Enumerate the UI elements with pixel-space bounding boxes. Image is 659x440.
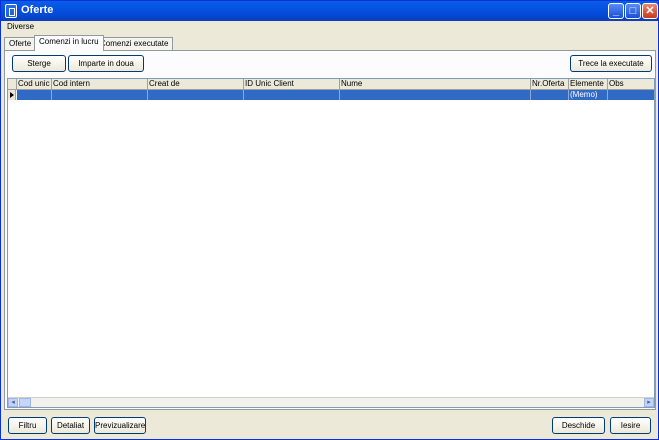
move-to-executed-button[interactable]: Trece la executate (570, 55, 652, 72)
cell-id-unic-client[interactable] (244, 90, 340, 100)
scroll-right-arrow-icon[interactable]: ▸ (644, 398, 654, 407)
current-row-indicator-icon (8, 90, 16, 100)
preview-button[interactable]: Previzualizare (94, 417, 146, 434)
app-icon (5, 4, 17, 18)
table-row[interactable]: (Memo) (17, 90, 654, 100)
column-header-cod-unic[interactable]: Cod unic (17, 79, 52, 90)
cell-elemente[interactable]: (Memo) (569, 90, 608, 100)
exit-button[interactable]: Iesire (610, 417, 651, 434)
column-header-elemente[interactable]: Elemente (569, 79, 608, 90)
orders-grid[interactable]: Cod unic Cod intern Creat de ID Unic Cli… (7, 78, 655, 408)
cell-obs[interactable] (608, 90, 654, 100)
window-title: Oferte (21, 4, 54, 16)
scrollbar-thumb[interactable] (19, 398, 31, 407)
scroll-left-arrow-icon[interactable]: ◂ (8, 398, 18, 407)
header-indicator (8, 79, 17, 90)
column-header-nr-oferta[interactable]: Nr.Oferta (531, 79, 569, 90)
detail-button[interactable]: Detaliat (51, 417, 90, 434)
horizontal-scrollbar[interactable]: ◂ ▸ (8, 397, 654, 407)
column-header-id-unic-client[interactable]: ID Unic Client (244, 79, 340, 90)
cell-creat-de[interactable] (148, 90, 244, 100)
cell-cod-unic[interactable] (17, 90, 52, 100)
split-button[interactable]: Imparte in doua (68, 55, 144, 72)
column-header-cod-intern[interactable]: Cod intern (52, 79, 148, 90)
close-button[interactable]: ✕ (642, 3, 658, 19)
tab-comenzi-in-lucru[interactable]: Comenzi in lucru (34, 35, 104, 51)
cell-nume[interactable] (340, 90, 531, 100)
footer-bar: Filtru Detaliat Previzualizare Deschide … (1, 410, 658, 439)
main-window: Oferte _ □ ✕ Diverse Oferte Comenzi in l… (0, 0, 659, 440)
cell-cod-intern[interactable] (52, 90, 148, 100)
cell-nr-oferta[interactable] (531, 90, 569, 100)
open-button[interactable]: Deschide (552, 417, 605, 434)
tab-oferte[interactable]: Oferte (4, 37, 37, 51)
delete-button[interactable]: Sterge (12, 55, 66, 72)
minimize-button[interactable]: _ (608, 3, 624, 19)
column-header-nume[interactable]: Nume (340, 79, 531, 90)
grid-header: Cod unic Cod intern Creat de ID Unic Cli… (8, 79, 654, 90)
menu-bar: Diverse (1, 21, 658, 34)
column-header-obs[interactable]: Obs (608, 79, 654, 90)
column-header-creat-de[interactable]: Creat de (148, 79, 244, 90)
tab-panel: Sterge Imparte in doua Trece la executat… (4, 50, 656, 410)
maximize-button[interactable]: □ (625, 3, 641, 19)
title-bar[interactable]: Oferte _ □ ✕ (1, 1, 658, 21)
filter-button[interactable]: Filtru (8, 417, 47, 434)
tab-comenzi-executate[interactable]: Comenzi executate (95, 37, 174, 51)
tab-strip: Oferte Comenzi in lucru Comenzi executat… (1, 34, 658, 51)
menu-diverse[interactable]: Diverse (7, 22, 34, 31)
